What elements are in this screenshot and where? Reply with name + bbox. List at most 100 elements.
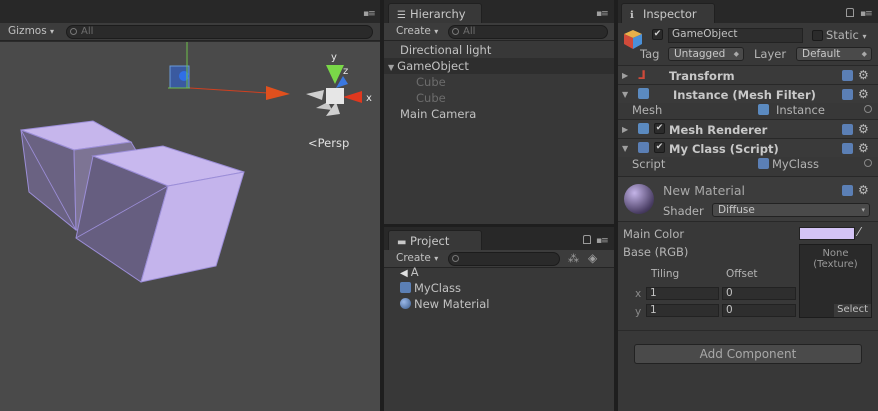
persp-toggle[interactable]: <Persp bbox=[308, 136, 349, 150]
hierarchy-item-label: GameObject bbox=[397, 59, 469, 73]
mesh-filter-icon bbox=[638, 88, 649, 99]
object-picker-icon[interactable] bbox=[864, 105, 872, 113]
main-color-swatch[interactable] bbox=[799, 227, 855, 240]
hierarchy-item-directional-light[interactable]: Directional light bbox=[384, 42, 614, 58]
chevron-down-icon: ▾ bbox=[861, 206, 865, 214]
tiling-x-axis-label: x bbox=[635, 288, 642, 300]
project-item-script[interactable]: MyClass bbox=[384, 280, 614, 296]
hierarchy-item-main-camera[interactable]: Main Camera bbox=[384, 106, 614, 122]
fold-right-icon[interactable]: ▶ bbox=[622, 71, 628, 80]
mesh-renderer-header[interactable]: ▶ ✔ Mesh Renderer ⚙ bbox=[618, 119, 878, 138]
hierarchy-item-cube-2[interactable]: Cube bbox=[384, 90, 614, 106]
script-enabled-checkbox[interactable]: ✔ bbox=[654, 142, 665, 153]
create-dropdown-icon: ▾ bbox=[434, 27, 439, 36]
active-checkbox[interactable]: ✔ bbox=[652, 29, 663, 40]
fold-down-icon[interactable]: ▼ bbox=[622, 90, 628, 99]
lock-icon[interactable] bbox=[846, 8, 854, 17]
hierarchy-item-cube-1[interactable]: Cube bbox=[384, 74, 614, 90]
mesh-filter-header[interactable]: ▼ Instance (Mesh Filter) ⚙ bbox=[618, 84, 878, 103]
mesh-filter-label: Instance (Mesh Filter) bbox=[673, 88, 816, 102]
help-icon[interactable] bbox=[842, 124, 853, 135]
fold-down-icon[interactable]: ▼ bbox=[622, 144, 628, 153]
hierarchy-search-input[interactable]: All bbox=[448, 25, 608, 39]
texture-select-button[interactable]: Select bbox=[834, 304, 871, 317]
main-color-label: Main Color bbox=[623, 227, 685, 241]
tab-project[interactable]: ▬ Project bbox=[388, 230, 482, 250]
layer-dropdown[interactable]: Default ◆ bbox=[796, 47, 872, 61]
project-menu-icon[interactable]: ▪≡ bbox=[596, 236, 610, 246]
add-component-button[interactable]: Add Component bbox=[634, 344, 862, 364]
mesh-renderer-checkbox[interactable]: ✔ bbox=[654, 123, 665, 134]
move-gizmo[interactable] bbox=[168, 42, 290, 100]
offset-x-value: 0 bbox=[726, 287, 733, 299]
project-item-material[interactable]: New Material bbox=[384, 296, 614, 312]
hierarchy-list-icon: ☰ bbox=[397, 10, 406, 21]
orientation-neg-x-cone bbox=[306, 90, 324, 100]
hierarchy-create-button[interactable]: Create ▾ bbox=[390, 25, 444, 39]
help-icon[interactable] bbox=[842, 70, 853, 81]
inspector-menu-icon[interactable]: ▪≡ bbox=[860, 9, 874, 19]
offset-y-field[interactable]: 0 bbox=[722, 304, 796, 317]
folder-icon: ▬ bbox=[397, 237, 407, 248]
script-object-field[interactable]: MyClass bbox=[758, 157, 874, 171]
project-tab-label: Project bbox=[410, 234, 450, 248]
static-label[interactable]: Static ▾ bbox=[826, 28, 867, 42]
scene-search-input[interactable]: All bbox=[66, 25, 373, 39]
scene-menu-icon[interactable]: ▪≡ bbox=[363, 9, 377, 19]
object-name-value: GameObject bbox=[672, 28, 738, 40]
hierarchy-menu-icon[interactable]: ▪≡ bbox=[596, 9, 610, 19]
mesh-renderer-label: Mesh Renderer bbox=[669, 123, 768, 137]
project-item-scene[interactable]: ◀ A bbox=[384, 264, 614, 280]
mesh-value: Instance bbox=[776, 103, 825, 117]
object-picker-icon[interactable] bbox=[864, 159, 872, 167]
tiling-y-value: 1 bbox=[650, 304, 657, 316]
scene-view: ▪≡ Gizmos ▾ All y z x <Persp bbox=[0, 0, 380, 411]
layer-value: Default bbox=[802, 48, 841, 60]
cube-2[interactable] bbox=[75, 145, 245, 283]
tiling-y-field[interactable]: 1 bbox=[646, 304, 719, 317]
gizmos-button[interactable]: Gizmos ▾ bbox=[2, 25, 60, 39]
project-item-label: A bbox=[410, 265, 419, 279]
base-rgb-label: Base (RGB) bbox=[623, 245, 689, 259]
expand-arrow-icon[interactable]: ▼ bbox=[388, 63, 394, 72]
tag-dropdown[interactable]: Untagged ◆ bbox=[668, 47, 744, 61]
transform-header[interactable]: ▶ ⅃ Transform ⚙ bbox=[618, 65, 878, 84]
gear-icon[interactable]: ⚙ bbox=[858, 69, 869, 81]
gear-icon[interactable]: ⚙ bbox=[858, 184, 869, 196]
filter-label-icon[interactable]: ◈ bbox=[588, 251, 597, 265]
material-name: New Material bbox=[663, 183, 746, 198]
shader-dropdown[interactable]: Diffuse ▾ bbox=[712, 203, 870, 217]
texture-type-label: (Texture) bbox=[813, 259, 858, 270]
tiling-x-field[interactable]: 1 bbox=[646, 287, 719, 300]
help-icon[interactable] bbox=[842, 89, 853, 100]
axis-x-label: x bbox=[366, 93, 372, 104]
fold-right-icon[interactable]: ▶ bbox=[622, 125, 628, 134]
hierarchy-item-label: Main Camera bbox=[400, 107, 477, 121]
help-icon[interactable] bbox=[842, 185, 853, 196]
eyedropper-icon[interactable]: ⁄ bbox=[858, 225, 860, 239]
orientation-gizmo[interactable] bbox=[306, 65, 362, 116]
lock-icon[interactable] bbox=[583, 235, 591, 244]
project-item-label: New Material bbox=[414, 297, 490, 311]
offset-x-field[interactable]: 0 bbox=[722, 287, 796, 300]
help-icon[interactable] bbox=[842, 143, 853, 154]
texture-none-label: None bbox=[822, 248, 849, 259]
script-component-header[interactable]: ▼ ✔ My Class (Script) ⚙ bbox=[618, 138, 878, 157]
gear-icon[interactable]: ⚙ bbox=[858, 88, 869, 100]
scene-viewport[interactable]: y z x <Persp bbox=[0, 42, 380, 411]
inspector-panel: ℹ Inspector ▪≡ ✔ GameObject Static ▾ Tag … bbox=[618, 0, 878, 411]
mesh-object-field[interactable]: Instance bbox=[758, 103, 874, 117]
static-checkbox[interactable] bbox=[812, 30, 823, 41]
gear-icon[interactable]: ⚙ bbox=[858, 142, 869, 154]
csharp-script-icon bbox=[758, 158, 769, 169]
gear-icon[interactable]: ⚙ bbox=[858, 123, 869, 135]
static-dropdown-icon: ▾ bbox=[862, 32, 867, 41]
hierarchy-item-gameobject[interactable]: ▼ GameObject bbox=[384, 58, 614, 74]
axis-z-label: z bbox=[343, 66, 348, 77]
tab-inspector[interactable]: ℹ Inspector bbox=[621, 3, 715, 23]
texture-slot[interactable]: None (Texture) Select bbox=[799, 244, 872, 318]
add-component-label: Add Component bbox=[699, 347, 797, 361]
object-name-field[interactable]: GameObject bbox=[668, 28, 803, 43]
inspector-tab-label: Inspector bbox=[643, 7, 697, 21]
tab-hierarchy[interactable]: ☰ Hierarchy bbox=[388, 3, 482, 23]
